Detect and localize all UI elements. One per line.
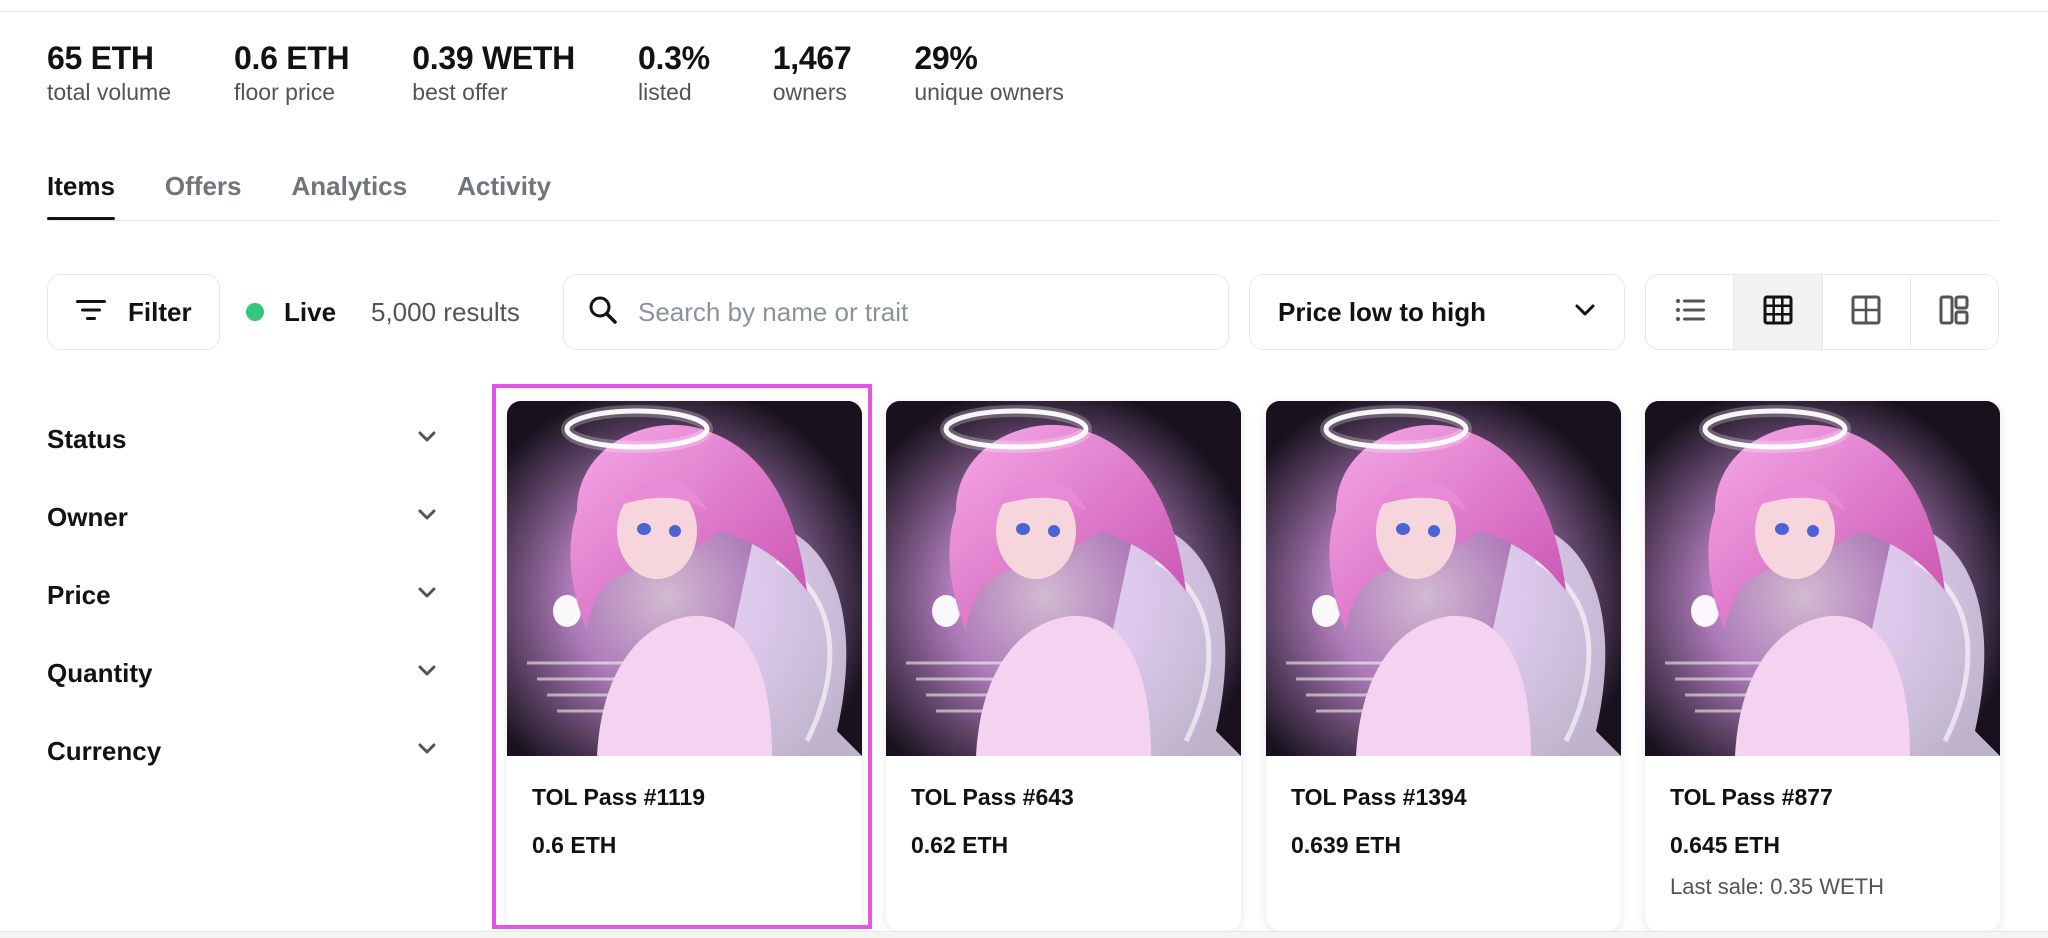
chevron-down-icon — [417, 586, 437, 604]
top-divider — [0, 11, 2048, 12]
live-dot-icon — [246, 303, 264, 321]
nft-card[interactable]: TOL Pass #877 0.645 ETH Last sale: 0.35 … — [1645, 401, 2000, 931]
list-view-button[interactable] — [1646, 275, 1733, 349]
nft-card[interactable]: TOL Pass #643 0.62 ETH — [886, 401, 1241, 931]
nft-image — [1266, 401, 1621, 756]
chevron-down-icon — [417, 430, 437, 448]
nft-title: TOL Pass #877 — [1670, 784, 1833, 810]
chevron-down-icon — [417, 742, 437, 760]
chevron-down-icon — [1574, 303, 1596, 322]
sidebar-item-label: Quantity — [47, 657, 153, 688]
tabs-divider — [47, 220, 1999, 221]
nft-title: TOL Pass #1119 — [532, 784, 706, 810]
stat-value: 29% — [914, 40, 978, 76]
stat-label: total volume — [47, 79, 172, 105]
nft-image — [507, 401, 862, 756]
nft-price: 0.6 ETH — [532, 832, 617, 858]
tab-items[interactable]: Items — [47, 168, 115, 220]
nft-price: 0.62 ETH — [911, 832, 1009, 858]
sidebar-item-label: Status — [47, 423, 127, 454]
sort-selected-label: Price low to high — [1278, 296, 1487, 327]
stat-label: owners — [772, 79, 847, 105]
sidebar-item-owner[interactable]: Owner — [47, 478, 437, 556]
live-label: Live — [284, 296, 337, 327]
list-view-icon — [1675, 297, 1705, 328]
grid-small-view-button[interactable] — [1733, 275, 1822, 349]
nft-card[interactable]: TOL Pass #1119 0.6 ETH — [507, 401, 862, 931]
sidebar-item-status[interactable]: Status — [47, 400, 437, 478]
sidebar-item-price[interactable]: Price — [47, 556, 437, 634]
collection-tabs: Items Offers Analytics Activity — [47, 168, 601, 220]
filter-sidebar: Status Owner Price Quantity Currency — [47, 400, 437, 790]
nft-price: 0.639 ETH — [1291, 832, 1401, 858]
stat-value: 0.3% — [637, 40, 710, 76]
stat-floor-price: 0.6 ETH floor price — [234, 40, 350, 106]
stat-value: 65 ETH — [47, 40, 154, 76]
chevron-down-icon — [417, 664, 437, 682]
search-box[interactable] — [563, 274, 1229, 350]
grid-large-icon — [1851, 295, 1881, 330]
stat-owners: 1,467 owners — [773, 40, 852, 106]
stat-unique-owners: 29% unique owners — [914, 40, 1064, 106]
masonry-view-button[interactable] — [1909, 275, 1998, 349]
results-count: 5,000 results — [371, 297, 520, 327]
nft-image — [1645, 401, 2000, 756]
nft-title: TOL Pass #1394 — [1291, 784, 1467, 810]
chevron-down-icon — [417, 508, 437, 526]
sort-select[interactable]: Price low to high — [1249, 274, 1625, 350]
stat-total-volume: 65 ETH total volume — [47, 40, 171, 106]
nft-last-sale: Last sale: 0.35 WETH — [1670, 874, 1884, 899]
sidebar-item-label: Owner — [47, 501, 128, 532]
search-input[interactable] — [638, 296, 1198, 328]
stat-value: 1,467 — [772, 40, 852, 76]
collection-stats: 65 ETH total volume 0.6 ETH floor price … — [47, 40, 1127, 106]
stat-value: 0.6 ETH — [234, 40, 350, 76]
stat-listed: 0.3% listed — [638, 40, 710, 106]
tab-activity[interactable]: Activity — [457, 168, 551, 220]
filter-button[interactable]: Filter — [47, 274, 220, 350]
stat-label: best offer — [412, 79, 508, 105]
grid-large-view-button[interactable] — [1821, 275, 1910, 349]
stat-best-offer: 0.39 WETH best offer — [412, 40, 575, 106]
stat-value: 0.39 WETH — [412, 40, 575, 76]
stat-label: floor price — [234, 79, 335, 105]
sidebar-item-label: Currency — [47, 735, 162, 766]
filter-icon — [76, 298, 106, 327]
masonry-icon — [1939, 295, 1969, 330]
stat-label: unique owners — [914, 79, 1064, 105]
nft-image — [886, 401, 1241, 756]
sidebar-item-label: Price — [47, 579, 111, 610]
sidebar-item-quantity[interactable]: Quantity — [47, 634, 437, 712]
bottom-divider — [0, 931, 2048, 938]
view-mode-toggle — [1645, 274, 1999, 350]
sidebar-item-currency[interactable]: Currency — [47, 712, 437, 790]
tab-offers[interactable]: Offers — [165, 168, 242, 220]
nft-title: TOL Pass #643 — [911, 784, 1074, 810]
nft-price: 0.645 ETH — [1670, 832, 1780, 858]
tab-analytics[interactable]: Analytics — [292, 168, 408, 220]
grid-small-icon — [1763, 295, 1793, 330]
filter-label: Filter — [128, 296, 192, 327]
live-indicator: Live — [246, 294, 336, 330]
search-icon — [588, 295, 618, 330]
nft-card[interactable]: TOL Pass #1394 0.639 ETH — [1266, 401, 1621, 931]
stat-label: listed — [637, 79, 692, 105]
